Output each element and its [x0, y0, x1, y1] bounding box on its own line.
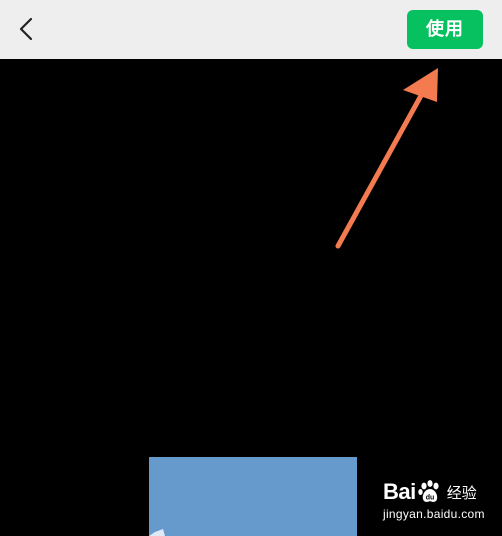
watermark-brand-row: Bai du 经验: [383, 478, 498, 506]
watermark-brand-suffix: 经验: [446, 483, 477, 502]
top-bar: 使用: [0, 0, 502, 59]
watermark-url: jingyan.baidu.com: [383, 507, 485, 521]
watermark-brand-left: Bai: [383, 479, 416, 504]
chevron-left-icon: [19, 17, 33, 41]
back-button[interactable]: [12, 14, 42, 44]
baidu-jingyan-watermark: Bai du 经验 jingyan.baidu.com: [383, 478, 498, 528]
image-preview[interactable]: [149, 457, 357, 536]
use-button[interactable]: 使用: [407, 10, 483, 49]
preview-corner-mark: [149, 529, 165, 536]
svg-text:du: du: [425, 495, 434, 502]
paw-icon: du: [418, 480, 439, 502]
